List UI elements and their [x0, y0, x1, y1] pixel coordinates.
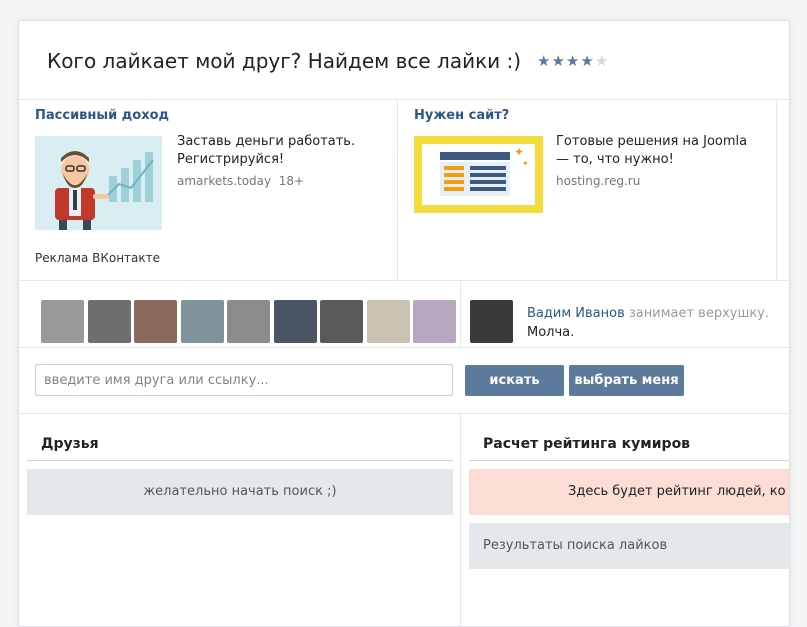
star-icon: ★ — [537, 52, 552, 70]
friend-avatar[interactable] — [88, 300, 131, 343]
divider — [27, 460, 453, 461]
ads-block: Пассивный доход Заставь деньги работать.… — [19, 100, 789, 281]
friends-avatar-strip: Вадим Иванов занимает верхушку. Молча. — [19, 281, 789, 348]
rating-stars[interactable]: ★★★★★ — [537, 52, 609, 70]
friend-search-input[interactable] — [35, 364, 453, 396]
page-title: Кого лайкает мой друг? Найдем все лайки … — [47, 49, 522, 73]
friends-panel-title: Друзья — [41, 436, 99, 452]
ad-card-passive-income[interactable]: Пассивный доход Заставь деньги работать.… — [19, 100, 398, 280]
ad-text[interactable]: Заставь деньги работать. Регистрируйся! — [177, 133, 377, 169]
results-columns: Друзья желательно начать поиск ;) Расчет… — [19, 414, 789, 626]
friend-avatar[interactable] — [367, 300, 410, 343]
divider — [460, 414, 461, 626]
friend-avatar[interactable] — [274, 300, 317, 343]
businessman-chart-icon[interactable] — [35, 136, 162, 230]
ad-domain: hosting.reg.ru — [556, 174, 641, 188]
pick-me-button[interactable]: выбрать меня — [569, 365, 684, 396]
rating-notice: Здесь будет рейтинг людей, ко — [469, 469, 789, 515]
friends-empty-message: желательно начать поиск ;) — [27, 469, 453, 515]
website-template-icon[interactable]: ✦ ✦ — [414, 136, 543, 213]
friend-avatar[interactable] — [413, 300, 456, 343]
top-friend-status-text: занимает верхушку. — [628, 306, 770, 321]
likes-results-label: Результаты поиска лайков — [483, 538, 668, 553]
top-friend-status-sub: Молча. — [527, 325, 575, 340]
friend-avatar[interactable] — [227, 300, 270, 343]
friend-avatar[interactable] — [41, 300, 84, 343]
page-header: Кого лайкает мой друг? Найдем все лайки … — [19, 21, 789, 100]
ad-text[interactable]: Готовые решения на Joomla — то, что нужн… — [556, 133, 756, 169]
rating-notice-text: Здесь будет рейтинг людей, ко — [568, 484, 786, 499]
friend-avatar[interactable] — [320, 300, 363, 343]
divider — [460, 281, 461, 347]
star-empty-icon: ★ — [594, 52, 610, 70]
search-bar: искать выбрать меня — [19, 348, 789, 414]
friend-avatar[interactable] — [134, 300, 177, 343]
divider — [469, 460, 789, 461]
star-icon: ★ — [565, 52, 581, 70]
likes-results-header[interactable]: Результаты поиска лайков — [469, 523, 789, 569]
friend-avatar[interactable] — [181, 300, 224, 343]
svg-text:✦: ✦ — [514, 145, 524, 159]
svg-text:✦: ✦ — [522, 159, 529, 168]
app-panel: Кого лайкает мой друг? Найдем все лайки … — [18, 20, 790, 627]
star-icon: ★ — [580, 52, 595, 70]
rating-panel-title: Расчет рейтинга кумиров — [483, 436, 691, 452]
search-button[interactable]: искать — [465, 365, 564, 396]
ad-age-rating: 18+ — [278, 174, 305, 188]
ad-title[interactable]: Пассивный доход — [35, 108, 169, 123]
ad-domain: amarkets.today — [177, 174, 272, 188]
ad-domain-line: amarkets.today 18+ — [177, 174, 304, 188]
top-friend-name-link[interactable]: Вадим Иванов — [527, 306, 625, 321]
ad-card-website[interactable]: Нужен сайт? ✦ ✦ Готовые решения на Jooml… — [398, 100, 777, 280]
ads-footer-label[interactable]: Реклама ВКонтакте — [35, 251, 160, 265]
star-icon: ★ — [551, 52, 566, 70]
top-friend-status: Вадим Иванов занимает верхушку. — [527, 306, 769, 321]
featured-friend-avatar[interactable] — [470, 300, 513, 343]
ad-title[interactable]: Нужен сайт? — [414, 108, 509, 123]
